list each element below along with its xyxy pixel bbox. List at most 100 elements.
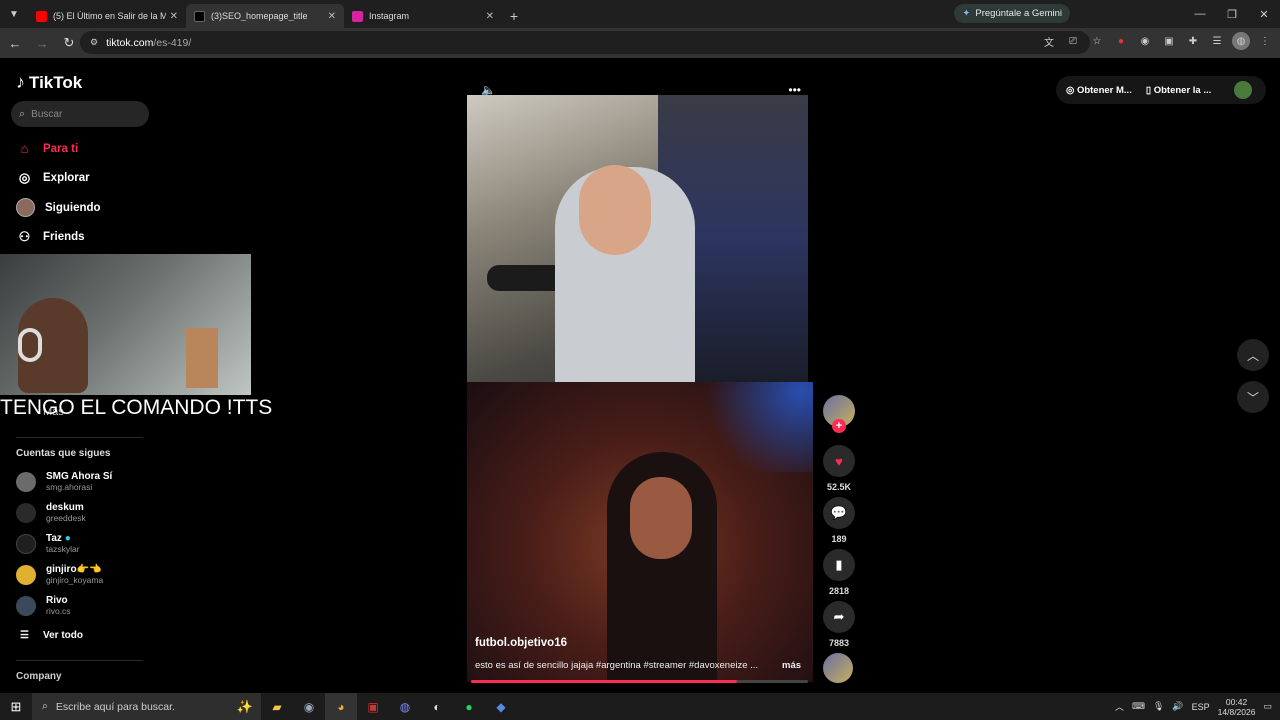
nav-item-explorar[interactable]: ◎ Explorar <box>16 169 90 186</box>
avatar <box>16 595 36 616</box>
app-icon[interactable]: ◆ <box>485 693 517 720</box>
video-author[interactable]: futbol.objetivo16 <box>475 637 567 649</box>
back-icon[interactable]: ← <box>3 31 27 55</box>
following-account[interactable]: Rivo rivo.cs <box>16 595 71 616</box>
search-input[interactable]: ⌕ Buscar <box>11 101 149 127</box>
steam-icon[interactable]: ◉ <box>293 693 325 720</box>
account-handle: ginjiro_koyama <box>46 575 104 585</box>
get-app-button[interactable]: ▯ Obtener la ... <box>1146 85 1211 96</box>
minimize-icon[interactable]: — <box>1184 0 1216 28</box>
chevron-down-icon: ﹀ <box>1246 390 1259 405</box>
share-action[interactable]: ➦ 7883 <box>823 601 855 648</box>
like-action[interactable]: ♥ 52.5K <box>823 445 855 492</box>
close-tab-icon[interactable]: ✕ <box>170 11 178 22</box>
profile-avatar-icon[interactable]: ◍ <box>1232 32 1250 50</box>
video-light-glow <box>693 382 813 472</box>
spotify-icon[interactable]: ● <box>453 693 485 720</box>
save-action[interactable]: ▮ 2818 <box>823 549 855 596</box>
clock-time: 00:42 <box>1225 696 1248 707</box>
tab-search-chevron-icon[interactable]: ▼ <box>0 0 28 28</box>
extension-red-icon[interactable]: ● <box>1112 32 1130 50</box>
gemini-label: Pregúntale a Gemini <box>975 8 1062 19</box>
windows-start-icon[interactable]: ⊞ <box>0 693 32 720</box>
follow-plus-icon[interactable]: + <box>832 419 846 433</box>
restore-icon[interactable]: ❐ <box>1216 0 1248 28</box>
obs-icon[interactable]: ◐ <box>421 693 453 720</box>
window-controls: — ❐ ✕ <box>1184 0 1280 28</box>
address-bar[interactable]: ⚙ tiktok.com/es-419/ <box>80 31 1090 54</box>
nav-item-friends[interactable]: ⚇ Friends <box>16 228 85 245</box>
get-coins-button[interactable]: ◎ Obtener M... <box>1066 85 1132 96</box>
top-right-actions: ◎ Obtener M... ▯ Obtener la ... <box>1056 76 1266 104</box>
language-indicator[interactable]: ESP <box>1192 702 1210 712</box>
nav-label: Friends <box>43 230 85 243</box>
video-top-half[interactable] <box>467 95 808 382</box>
network-icon[interactable]: ⌨ <box>1132 701 1145 712</box>
next-video-button[interactable]: ﹀ <box>1237 381 1269 413</box>
comment-icon[interactable]: 💬 <box>823 497 855 529</box>
see-all-following-button[interactable]: ☰ Ver todo <box>20 630 83 641</box>
discord-icon[interactable]: ◍ <box>389 693 421 720</box>
new-tab-button[interactable]: + <box>502 4 526 28</box>
taskbar-clock[interactable]: 00:42 14/8/2026 <box>1218 697 1256 717</box>
avatar <box>16 564 36 585</box>
account-handle: rivo.cs <box>46 606 71 616</box>
file-explorer-icon[interactable]: ▰ <box>261 693 293 720</box>
reload-icon[interactable]: ↻ <box>57 31 81 55</box>
following-account[interactable]: Taz ● tazskylar <box>16 533 80 554</box>
browser-tab-youtube[interactable]: (5) El Último en Salir de la Mansión ✕ <box>28 4 186 28</box>
nav-item-para-ti[interactable]: ⌂ Para ti <box>16 140 79 157</box>
forward-icon[interactable]: → <box>30 31 54 55</box>
voicemeeter-icon[interactable]: ▣ <box>357 693 389 720</box>
bookmark-star-icon[interactable]: ☆ <box>1088 32 1106 50</box>
video-progress-bar[interactable] <box>471 680 808 683</box>
previous-video-button[interactable]: ︿ <box>1237 339 1269 371</box>
home-icon: ⌂ <box>20 141 29 156</box>
profile-avatar[interactable] <box>1234 81 1252 99</box>
search-icon: ⌕ <box>42 700 48 712</box>
following-account[interactable]: ginjiro👉👈 ginjiro_koyama <box>16 564 103 585</box>
search-placeholder: Buscar <box>31 108 63 120</box>
share-arrow-icon[interactable]: ➦ <box>823 601 855 633</box>
coin-icon: ◎ <box>1066 84 1075 96</box>
speaker-icon[interactable]: 🔊 <box>1172 701 1183 712</box>
bookmark-icon[interactable]: ▮ <box>823 549 855 581</box>
comment-action[interactable]: 💬 189 <box>823 497 855 544</box>
extensions-puzzle-icon[interactable]: ✚ <box>1184 32 1202 50</box>
tray-chevron-up-icon[interactable]: ︿ <box>1115 700 1124 713</box>
tiktok-favicon-icon <box>194 10 205 22</box>
chrome-icon[interactable]: ◕ <box>325 693 357 720</box>
following-account[interactable]: deskum greeddesk <box>16 502 86 523</box>
close-window-icon[interactable]: ✕ <box>1248 0 1280 28</box>
gemini-button[interactable]: ✦ Pregúntale a Gemini <box>954 4 1070 23</box>
menu-dots-icon[interactable]: ⋮ <box>1256 32 1274 50</box>
verified-badge-icon: ● <box>64 533 71 544</box>
cast-icon[interactable]: ⎚ <box>1064 32 1082 50</box>
close-tab-icon[interactable]: ✕ <box>328 11 336 22</box>
following-account[interactable]: SMG Ahora Sí smg.ahorasi <box>16 471 112 492</box>
taskbar-search-placeholder: Escribe aquí para buscar. <box>55 700 175 713</box>
close-tab-icon[interactable]: ✕ <box>486 11 494 22</box>
microphone-icon[interactable]: 🎙 <box>1153 701 1164 712</box>
browser-tab-instagram[interactable]: Instagram ✕ <box>344 4 502 28</box>
music-disc-icon[interactable] <box>823 653 853 683</box>
heart-icon[interactable]: ♥ <box>823 445 855 477</box>
tab-title: Instagram <box>369 11 410 21</box>
notification-icon[interactable]: ▭ <box>1263 701 1272 712</box>
caption-more-link[interactable]: más <box>782 660 801 671</box>
tiktok-logo[interactable]: ♪ TikTok <box>16 72 82 93</box>
sparkle-icon: ✨ <box>236 698 253 714</box>
url-path: /es-419/ <box>153 36 192 49</box>
streamer-webcam-overlay <box>0 254 251 395</box>
reading-list-icon[interactable]: ☰ <box>1208 32 1226 50</box>
taskbar-search-input[interactable]: ⌕ Escribe aquí para buscar. ✨ <box>32 693 261 720</box>
translate-icon[interactable]: 文 <box>1040 32 1058 50</box>
extension-gray-icon[interactable]: ◉ <box>1136 32 1154 50</box>
site-info-icon[interactable]: ⚙ <box>90 37 98 48</box>
search-icon: ⌕ <box>19 107 26 120</box>
extension-box-icon[interactable]: ▣ <box>1160 32 1178 50</box>
company-section-title[interactable]: Company <box>16 671 62 682</box>
browser-tab-tiktok[interactable]: (3)SEO_homepage_title ✕ <box>186 4 344 28</box>
nav-item-siguiendo[interactable]: Siguiendo <box>16 198 101 217</box>
avatar <box>16 533 36 554</box>
